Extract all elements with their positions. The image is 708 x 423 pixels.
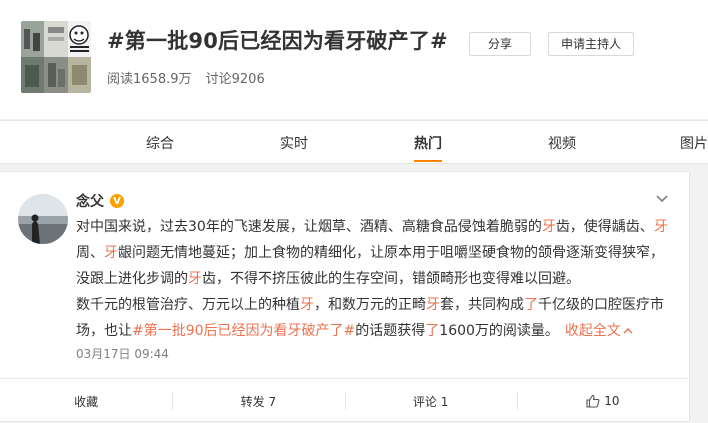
chevron-up-icon (623, 328, 633, 334)
topic-link[interactable]: #第一批90后已经因为看牙破产了# (132, 323, 355, 339)
tab-hot[interactable]: 热门 (414, 133, 442, 153)
share-button[interactable]: 分享 (469, 32, 531, 56)
post-paragraph-1: 对中国来说，过去30年的飞速发展，让烟草、酒精、高糖食品侵蚀着脆弱的牙齿，使得龋… (76, 214, 674, 292)
read-count: 阅读1658.9万 (107, 72, 192, 87)
action-bar: 收藏 转发 7 评论 1 10 (0, 378, 689, 423)
topic-header: #第一批90后已经因为看牙破产了# 阅读1658.9万 讨论9206 分享 申请… (0, 0, 708, 119)
feed-card: 念父 V 对中国来说，过去30年的飞速发展，让烟草、酒精、高糖食品侵蚀着脆弱的牙… (0, 171, 690, 422)
post-timestamp[interactable]: 03月17日 09:44 (76, 345, 169, 362)
author-row: 念父 V (76, 191, 124, 211)
topic-stats: 阅读1658.9万 讨论9206 (107, 68, 265, 87)
keyword-highlight: 牙 (104, 245, 118, 261)
topic-title: #第一批90后已经因为看牙破产了# (107, 29, 448, 53)
tabs-bar: 综合 实时 热门 视频 图片 (0, 120, 708, 164)
thumbs-up-icon (586, 394, 600, 408)
text-segment: ，和数万元的正畸 (314, 297, 426, 313)
comment-button[interactable]: 评论 1 (344, 379, 517, 423)
text-segment: 对中国来说，过去30年的飞速发展，让烟草、酒精、高糖食品侵蚀着脆弱的 (76, 219, 542, 235)
avatar[interactable] (18, 194, 68, 244)
favorite-label: 收藏 (74, 394, 99, 409)
tab-video[interactable]: 视频 (548, 133, 576, 153)
verified-badge-icon: V (110, 194, 124, 208)
favorite-button[interactable]: 收藏 (0, 379, 172, 423)
text-segment: 的话题获得 (355, 323, 426, 339)
repost-label: 转发 7 (240, 394, 277, 409)
post-paragraph-2: 数千元的根管治疗、万元以上的种植牙，和数万元的正畸牙套，共同构成了千亿级的口腔医… (76, 292, 674, 344)
post-text: 对中国来说，过去30年的飞速发展，让烟草、酒精、高糖食品侵蚀着脆弱的牙齿，使得龋… (76, 214, 674, 344)
keyword-highlight: 牙 (426, 297, 440, 313)
repost-button[interactable]: 转发 7 (172, 379, 344, 423)
collapse-label: 收起全文 (564, 323, 621, 339)
text-segment: 齿，不得不挤压彼此的生存空间，错颌畸形也变得难以回避。 (202, 271, 580, 287)
keyword-highlight: 了 (524, 297, 538, 313)
text-segment: 数千元的根管治疗、万元以上的种植 (76, 297, 300, 313)
apply-host-button[interactable]: 申请主持人 (548, 32, 634, 56)
topic-cover-image (21, 21, 91, 93)
keyword-highlight: 牙 (541, 219, 556, 235)
discussion-count: 讨论9206 (205, 72, 265, 87)
keyword-highlight: 牙 (300, 297, 314, 313)
tab-images[interactable]: 图片 (680, 133, 708, 153)
keyword-highlight: 牙 (188, 271, 202, 287)
author-name[interactable]: 念父 (76, 191, 104, 211)
keyword-highlight: 了 (425, 323, 440, 339)
text-segment: 1600万的阅读量。 (439, 323, 559, 339)
tab-comprehensive[interactable]: 综合 (146, 133, 174, 153)
like-count: 10 (604, 394, 620, 408)
text-segment: 套，共同构成 (440, 297, 524, 313)
comment-label: 评论 1 (412, 394, 449, 409)
collapse-text-link[interactable]: 收起全文 (565, 323, 633, 339)
like-button[interactable]: 10 (516, 379, 689, 423)
keyword-highlight: 牙 (653, 219, 668, 235)
text-segment: 齿，使得龋齿、 (555, 219, 654, 235)
active-tab-indicator (414, 160, 442, 162)
chevron-down-icon[interactable] (654, 192, 670, 206)
text-segment: 周、 (76, 245, 104, 261)
tab-realtime[interactable]: 实时 (280, 133, 308, 153)
